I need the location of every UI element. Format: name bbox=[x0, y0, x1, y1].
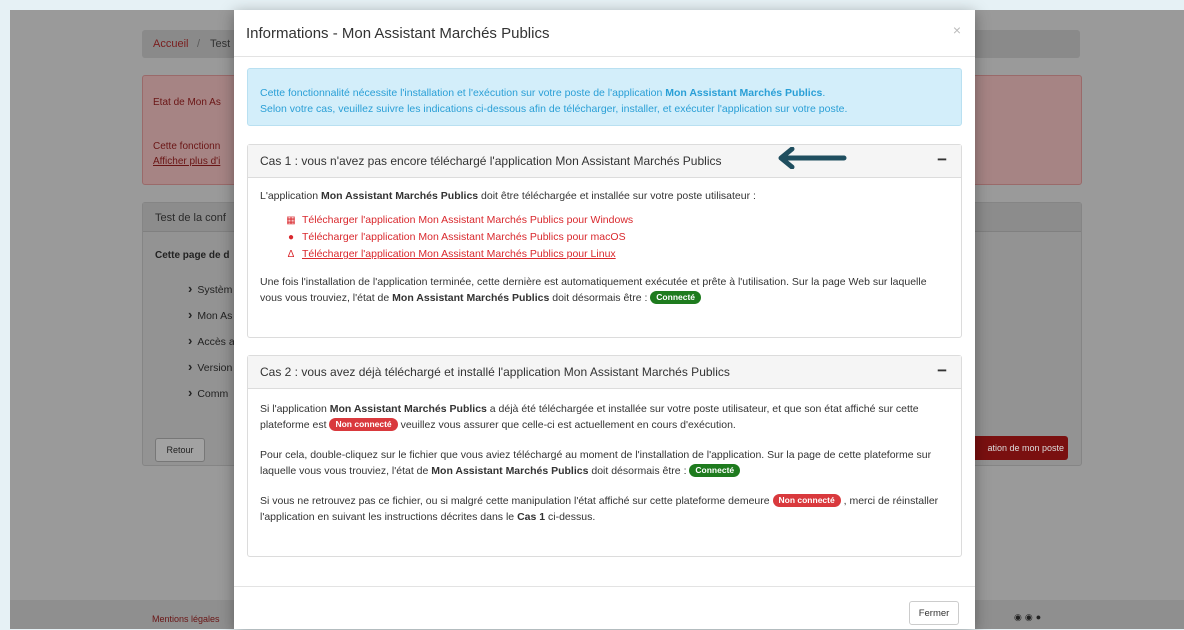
flag-fr-icon[interactable]: ◉ bbox=[1014, 612, 1025, 622]
connected-badge: Connecté bbox=[650, 291, 702, 304]
case1-after-install: Une fois l'installation de l'application… bbox=[260, 274, 947, 306]
case2-header[interactable]: Cas 2 : vous avez déjà téléchargé et ins… bbox=[248, 356, 961, 389]
case2-paragraph-3: Si vous ne retrouvez pas ce fichier, ou … bbox=[260, 493, 947, 525]
case2-text: Si l'application bbox=[260, 403, 330, 415]
not-connected-badge: Non connecté bbox=[329, 418, 398, 431]
check-item[interactable]: Mon As bbox=[188, 307, 232, 322]
modal-header: Informations - Mon Assistant Marchés Pub… bbox=[234, 10, 975, 57]
connected-badge: Connecté bbox=[689, 464, 741, 477]
info-text: . bbox=[822, 87, 826, 99]
breadcrumb-current: Test bbox=[210, 38, 231, 50]
info-modal: Informations - Mon Assistant Marchés Pub… bbox=[234, 10, 975, 629]
legal-notice-link[interactable]: Mentions légales bbox=[152, 614, 220, 624]
download-linux-label: Télécharger l'application Mon Assistant … bbox=[302, 248, 616, 260]
case2-text: veuillez vous assurer que celle-ci est a… bbox=[397, 419, 736, 431]
alert-text: Cette fonctionn bbox=[153, 141, 221, 152]
case2-text: ci-dessus. bbox=[545, 511, 596, 523]
info-text: Cette fonctionnalité nécessite l'install… bbox=[260, 87, 666, 99]
case2-paragraph-1: Si l'application Mon Assistant Marchés P… bbox=[260, 401, 947, 433]
case1-panel: Cas 1 : vous n'avez pas encore télécharg… bbox=[247, 144, 962, 338]
case2-title: Cas 2 : vous avez déjà téléchargé et ins… bbox=[260, 365, 730, 379]
breadcrumb-home-link[interactable]: Accueil bbox=[153, 38, 188, 50]
check-item[interactable]: Accès a bbox=[188, 333, 234, 348]
flag-de-icon[interactable]: ● bbox=[1036, 612, 1044, 622]
arrow-left-icon bbox=[778, 147, 847, 169]
collapse-icon[interactable]: − bbox=[937, 150, 947, 170]
flag-en-icon[interactable]: ◉ bbox=[1025, 612, 1036, 622]
case1-intro-text: L'application bbox=[260, 190, 321, 202]
download-windows-link[interactable]: ▦ Télécharger l'application Mon Assistant… bbox=[286, 212, 633, 229]
config-test-panel-title: Test de la conf bbox=[155, 212, 226, 224]
case1-after-app-name: Mon Assistant Marchés Publics bbox=[392, 292, 550, 304]
check-item[interactable]: Systèm bbox=[188, 281, 232, 296]
case2-panel: Cas 2 : vous avez déjà téléchargé et ins… bbox=[247, 355, 962, 557]
linux-icon: Δ bbox=[287, 249, 295, 260]
language-flags[interactable]: ◉◉● bbox=[1014, 612, 1044, 623]
windows-icon: ▦ bbox=[286, 215, 296, 226]
close-button[interactable]: Fermer bbox=[909, 601, 959, 625]
test-my-station-button[interactable]: ation de mon poste bbox=[970, 436, 1068, 460]
alert-title: Etat de Mon As bbox=[153, 97, 221, 108]
info-app-name: Mon Assistant Marchés Publics bbox=[665, 87, 823, 99]
apple-icon: ● bbox=[287, 232, 295, 243]
collapse-icon[interactable]: − bbox=[937, 361, 947, 381]
case1-header[interactable]: Cas 1 : vous n'avez pas encore télécharg… bbox=[248, 145, 961, 178]
breadcrumb-separator: / bbox=[197, 38, 201, 50]
close-icon[interactable]: × bbox=[953, 22, 961, 38]
case1-intro-app-name: Mon Assistant Marchés Publics bbox=[320, 190, 479, 202]
download-linux-link[interactable]: Δ Télécharger l'application Mon Assistant… bbox=[286, 246, 616, 263]
config-test-description: Cette page de d bbox=[155, 250, 230, 261]
case2-app-name: Mon Assistant Marchés Publics bbox=[431, 465, 589, 477]
case1-intro-text: doit être téléchargée et installée sur v… bbox=[478, 190, 756, 202]
download-windows-label: Télécharger l'application Mon Assistant … bbox=[302, 214, 634, 226]
modal-title: Informations - Mon Assistant Marchés Pub… bbox=[246, 25, 550, 42]
check-item[interactable]: Comm bbox=[188, 385, 228, 400]
modal-footer: Fermer bbox=[234, 586, 975, 630]
alert-more-link[interactable]: Afficher plus d'i bbox=[153, 156, 220, 167]
case2-case1-ref: Cas 1 bbox=[517, 511, 546, 523]
check-item[interactable]: Version bbox=[188, 359, 232, 374]
download-macos-link[interactable]: ● Télécharger l'application Mon Assistant… bbox=[286, 229, 626, 246]
case1-intro: L'application Mon Assistant Marchés Publ… bbox=[260, 188, 947, 204]
case1-after-text: doit désormais être : bbox=[549, 292, 651, 304]
case2-text: Si vous ne retrouvez pas ce fichier, ou … bbox=[260, 495, 773, 507]
info-text: Selon votre cas, veuillez suivre les ind… bbox=[260, 103, 848, 115]
download-macos-label: Télécharger l'application Mon Assistant … bbox=[302, 231, 626, 243]
case1-title: Cas 1 : vous n'avez pas encore télécharg… bbox=[260, 154, 722, 168]
back-button[interactable]: Retour bbox=[155, 438, 205, 462]
info-alert: Cette fonctionnalité nécessite l'install… bbox=[247, 68, 962, 126]
not-connected-badge: Non connecté bbox=[772, 494, 841, 507]
case2-paragraph-2: Pour cela, double-cliquez sur le fichier… bbox=[260, 447, 947, 479]
case2-text: doit désormais être : bbox=[588, 465, 690, 477]
case2-app-name: Mon Assistant Marchés Publics bbox=[329, 403, 487, 415]
